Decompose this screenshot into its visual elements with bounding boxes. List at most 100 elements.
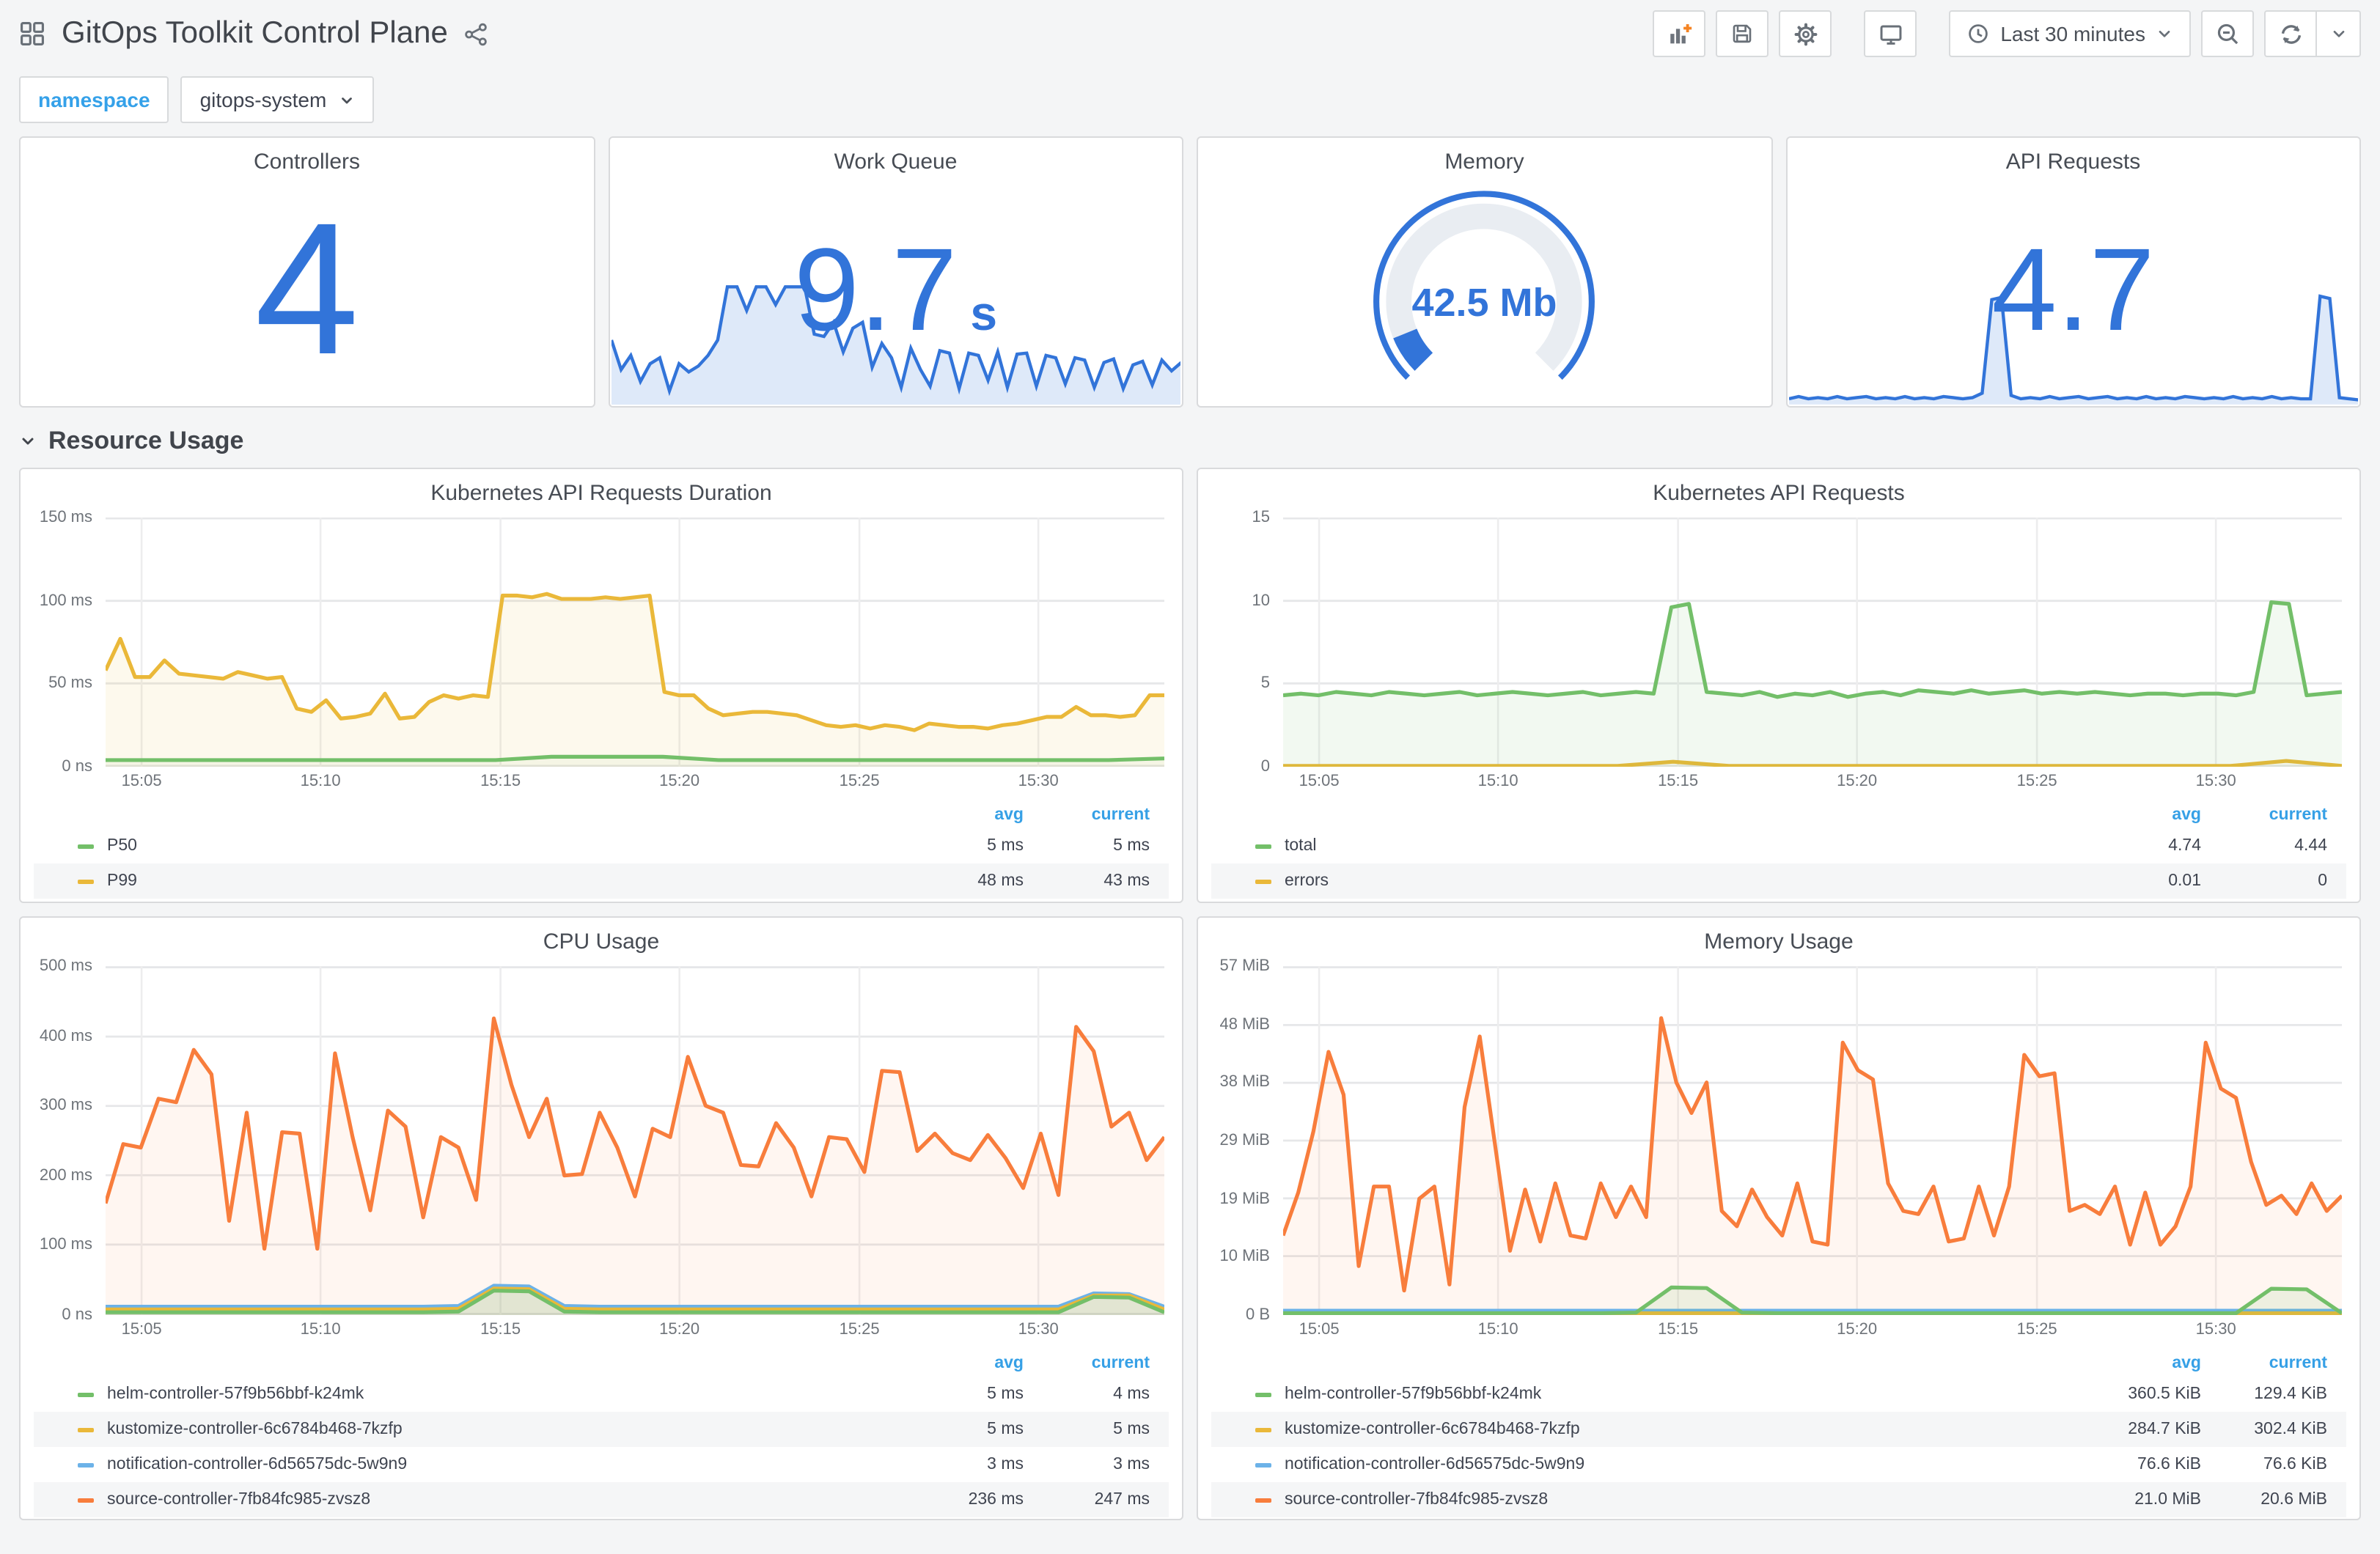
panel-title[interactable]: CPU Usage [21, 918, 1182, 957]
chevron-down-icon [2329, 25, 2347, 43]
x-axis-label: 15:20 [1837, 1321, 1878, 1338]
legend-series-name[interactable]: notification-controller-6d56575dc-5w9n9 [1285, 1456, 2075, 1473]
legend-current-value: 4.44 [2294, 837, 2327, 855]
cycle-view-button[interactable] [1864, 10, 1917, 57]
legend-series-name[interactable]: errors [1285, 872, 2075, 890]
panel-title[interactable]: Work Queue [609, 138, 1182, 177]
legend-sort-avg[interactable]: avg [897, 1355, 1024, 1372]
y-axis-label: 0 [1260, 758, 1270, 776]
x-axis-label: 15:15 [480, 1321, 521, 1338]
y-axis-label: 48 MiB [1219, 1015, 1271, 1034]
panel-title[interactable]: Kubernetes API Requests [1198, 469, 2359, 509]
legend-current-value: 43 ms [1103, 872, 1150, 890]
y-axis-label: 150 ms [39, 509, 92, 526]
legend-avg-value: 3 ms [987, 1456, 1024, 1473]
x-axis-label: 15:30 [1018, 1321, 1059, 1338]
add-panel-button[interactable] [1653, 10, 1706, 57]
legend-series-name[interactable]: source-controller-7fb84fc985-zvsz8 [107, 1491, 897, 1509]
legend-series-name[interactable]: helm-controller-57f9b56bbf-k24mk [107, 1385, 897, 1403]
stats-row: Controllers 4 Work Queue 9.7 s Memory 42.… [19, 136, 2361, 408]
series-color-dash [1255, 844, 1271, 848]
x-axis: 15:05 15:10 15:15 15:20 15:25 15:30 [106, 770, 1164, 796]
refresh-interval-dropdown[interactable] [2317, 10, 2361, 57]
legend-series-name[interactable]: source-controller-7fb84fc985-zvsz8 [1285, 1491, 2075, 1509]
section-title: Resource Usage [48, 427, 244, 454]
search-minus-icon [2215, 21, 2240, 46]
x-axis-label: 15:20 [659, 773, 700, 790]
x-axis-label: 15:05 [121, 773, 162, 790]
series-color-dash [1255, 1427, 1271, 1432]
legend-row: kustomize-controller-6c6784b468-7kzfp 5 m… [34, 1412, 1169, 1447]
panel-title[interactable]: Memory [1198, 138, 1771, 177]
dashboard-settings-button[interactable] [1779, 10, 1832, 57]
legend-sort-current[interactable]: current [2201, 806, 2327, 824]
x-axis: 15:05 15:10 15:15 15:20 15:25 15:30 [1283, 770, 2342, 796]
legend-sort-avg[interactable]: avg [897, 806, 1024, 824]
row-resource-usage[interactable]: Resource Usage [0, 421, 2380, 468]
variable-value-dropdown[interactable]: gitops-system [180, 76, 374, 123]
refresh-button[interactable] [2264, 10, 2317, 57]
legend-current-value: 20.6 MiB [2260, 1491, 2327, 1509]
y-axis-label: 29 MiB [1219, 1132, 1271, 1149]
legend-current-value: 5 ms [1113, 837, 1150, 855]
legend-sort-current[interactable]: current [2201, 1355, 2327, 1372]
legend-row: source-controller-7fb84fc985-zvsz8 21.0 M… [1211, 1482, 2346, 1517]
x-axis: 15:05 15:10 15:15 15:20 15:25 15:30 [1283, 1318, 2342, 1344]
legend-avg-value: 76.6 KiB [2137, 1456, 2201, 1473]
legend-sort-current[interactable]: current [1024, 806, 1150, 824]
variables-row: namespace gitops-system [0, 67, 2380, 135]
legend-sort-avg[interactable]: avg [2075, 1355, 2201, 1372]
graphs-row-2: CPU Usage 500 ms 400 ms 300 ms 200 ms 100 ms… [19, 916, 2361, 1520]
x-axis-label: 15:10 [300, 1321, 341, 1338]
y-axis-label: 19 MiB [1219, 1190, 1271, 1208]
legend-series-name[interactable]: P50 [107, 837, 897, 855]
legend-row: helm-controller-57f9b56bbf-k24mk 5 ms 4 ms [34, 1377, 1169, 1412]
x-axis-label: 15:25 [2016, 1321, 2057, 1338]
x-axis-label: 15:25 [839, 1321, 880, 1338]
panel-title[interactable]: Controllers [21, 138, 593, 177]
legend-row: notification-controller-6d56575dc-5w9n9 7… [1211, 1447, 2346, 1482]
x-axis-label: 15:10 [1477, 1321, 1518, 1338]
legend-series-name[interactable]: kustomize-controller-6c6784b468-7kzfp [107, 1421, 897, 1438]
legend-row: total 4.74 4.44 [1211, 828, 2346, 863]
y-axis: 500 ms 400 ms 300 ms 200 ms 100 ms 0 ns [29, 957, 106, 1324]
share-icon[interactable] [464, 21, 489, 46]
legend-series-name[interactable]: notification-controller-6d56575dc-5w9n9 [107, 1456, 897, 1473]
legend-header: avg current [34, 802, 1169, 828]
x-axis-label: 15:25 [2016, 773, 2057, 790]
duration-chart-plot[interactable] [106, 518, 1164, 767]
time-range-picker[interactable]: Last 30 minutes [1949, 10, 2191, 57]
panel-work-queue: Work Queue 9.7 s [608, 136, 1183, 408]
api-requests-value: 4.7 [1991, 224, 2155, 354]
legend-series-name[interactable]: kustomize-controller-6c6784b468-7kzfp [1285, 1421, 2075, 1438]
save-icon [1730, 22, 1754, 45]
legend: avg current helm-controller-57f9b56bbf-k24… [1211, 1350, 2346, 1517]
page-title: GitOps Toolkit Control Plane [62, 16, 448, 50]
legend-sort-current[interactable]: current [1024, 1355, 1150, 1372]
legend-series-name[interactable]: helm-controller-57f9b56bbf-k24mk [1285, 1385, 2075, 1403]
clock-icon [1966, 22, 1990, 45]
variable-label-namespace[interactable]: namespace [19, 76, 169, 123]
legend-row: errors 0.01 0 [1211, 863, 2346, 899]
dashboard-icon[interactable] [19, 21, 45, 47]
legend-sort-avg[interactable]: avg [2075, 806, 2201, 824]
x-axis-label: 15:20 [659, 1321, 700, 1338]
y-axis-label: 15 [1252, 509, 1271, 526]
series-color-dash [1255, 1462, 1271, 1467]
y-axis: 150 ms 100 ms 50 ms 0 ns [29, 509, 106, 776]
panel-title[interactable]: Kubernetes API Requests Duration [21, 469, 1182, 509]
graphs-row-1: Kubernetes API Requests Duration 150 ms 1… [19, 468, 2361, 903]
series-color-dash [1255, 879, 1271, 883]
legend-series-name[interactable]: P99 [107, 872, 897, 890]
save-dashboard-button[interactable] [1716, 10, 1769, 57]
panel-title[interactable]: API Requests [1787, 138, 2359, 177]
requests-chart-plot[interactable] [1283, 518, 2342, 767]
panel-title[interactable]: Memory Usage [1198, 918, 2359, 957]
zoom-out-button[interactable] [2201, 10, 2254, 57]
legend-avg-value: 5 ms [987, 1421, 1024, 1438]
cpu-chart-plot[interactable] [106, 966, 1164, 1315]
memory-chart-plot[interactable] [1283, 966, 2342, 1315]
panel-k8s-api-requests: Kubernetes API Requests 15 10 5 0 15:05 15:1… [1197, 468, 2361, 903]
legend: avg current helm-controller-57f9b56bbf-k24… [34, 1350, 1169, 1517]
legend-series-name[interactable]: total [1285, 837, 2075, 855]
